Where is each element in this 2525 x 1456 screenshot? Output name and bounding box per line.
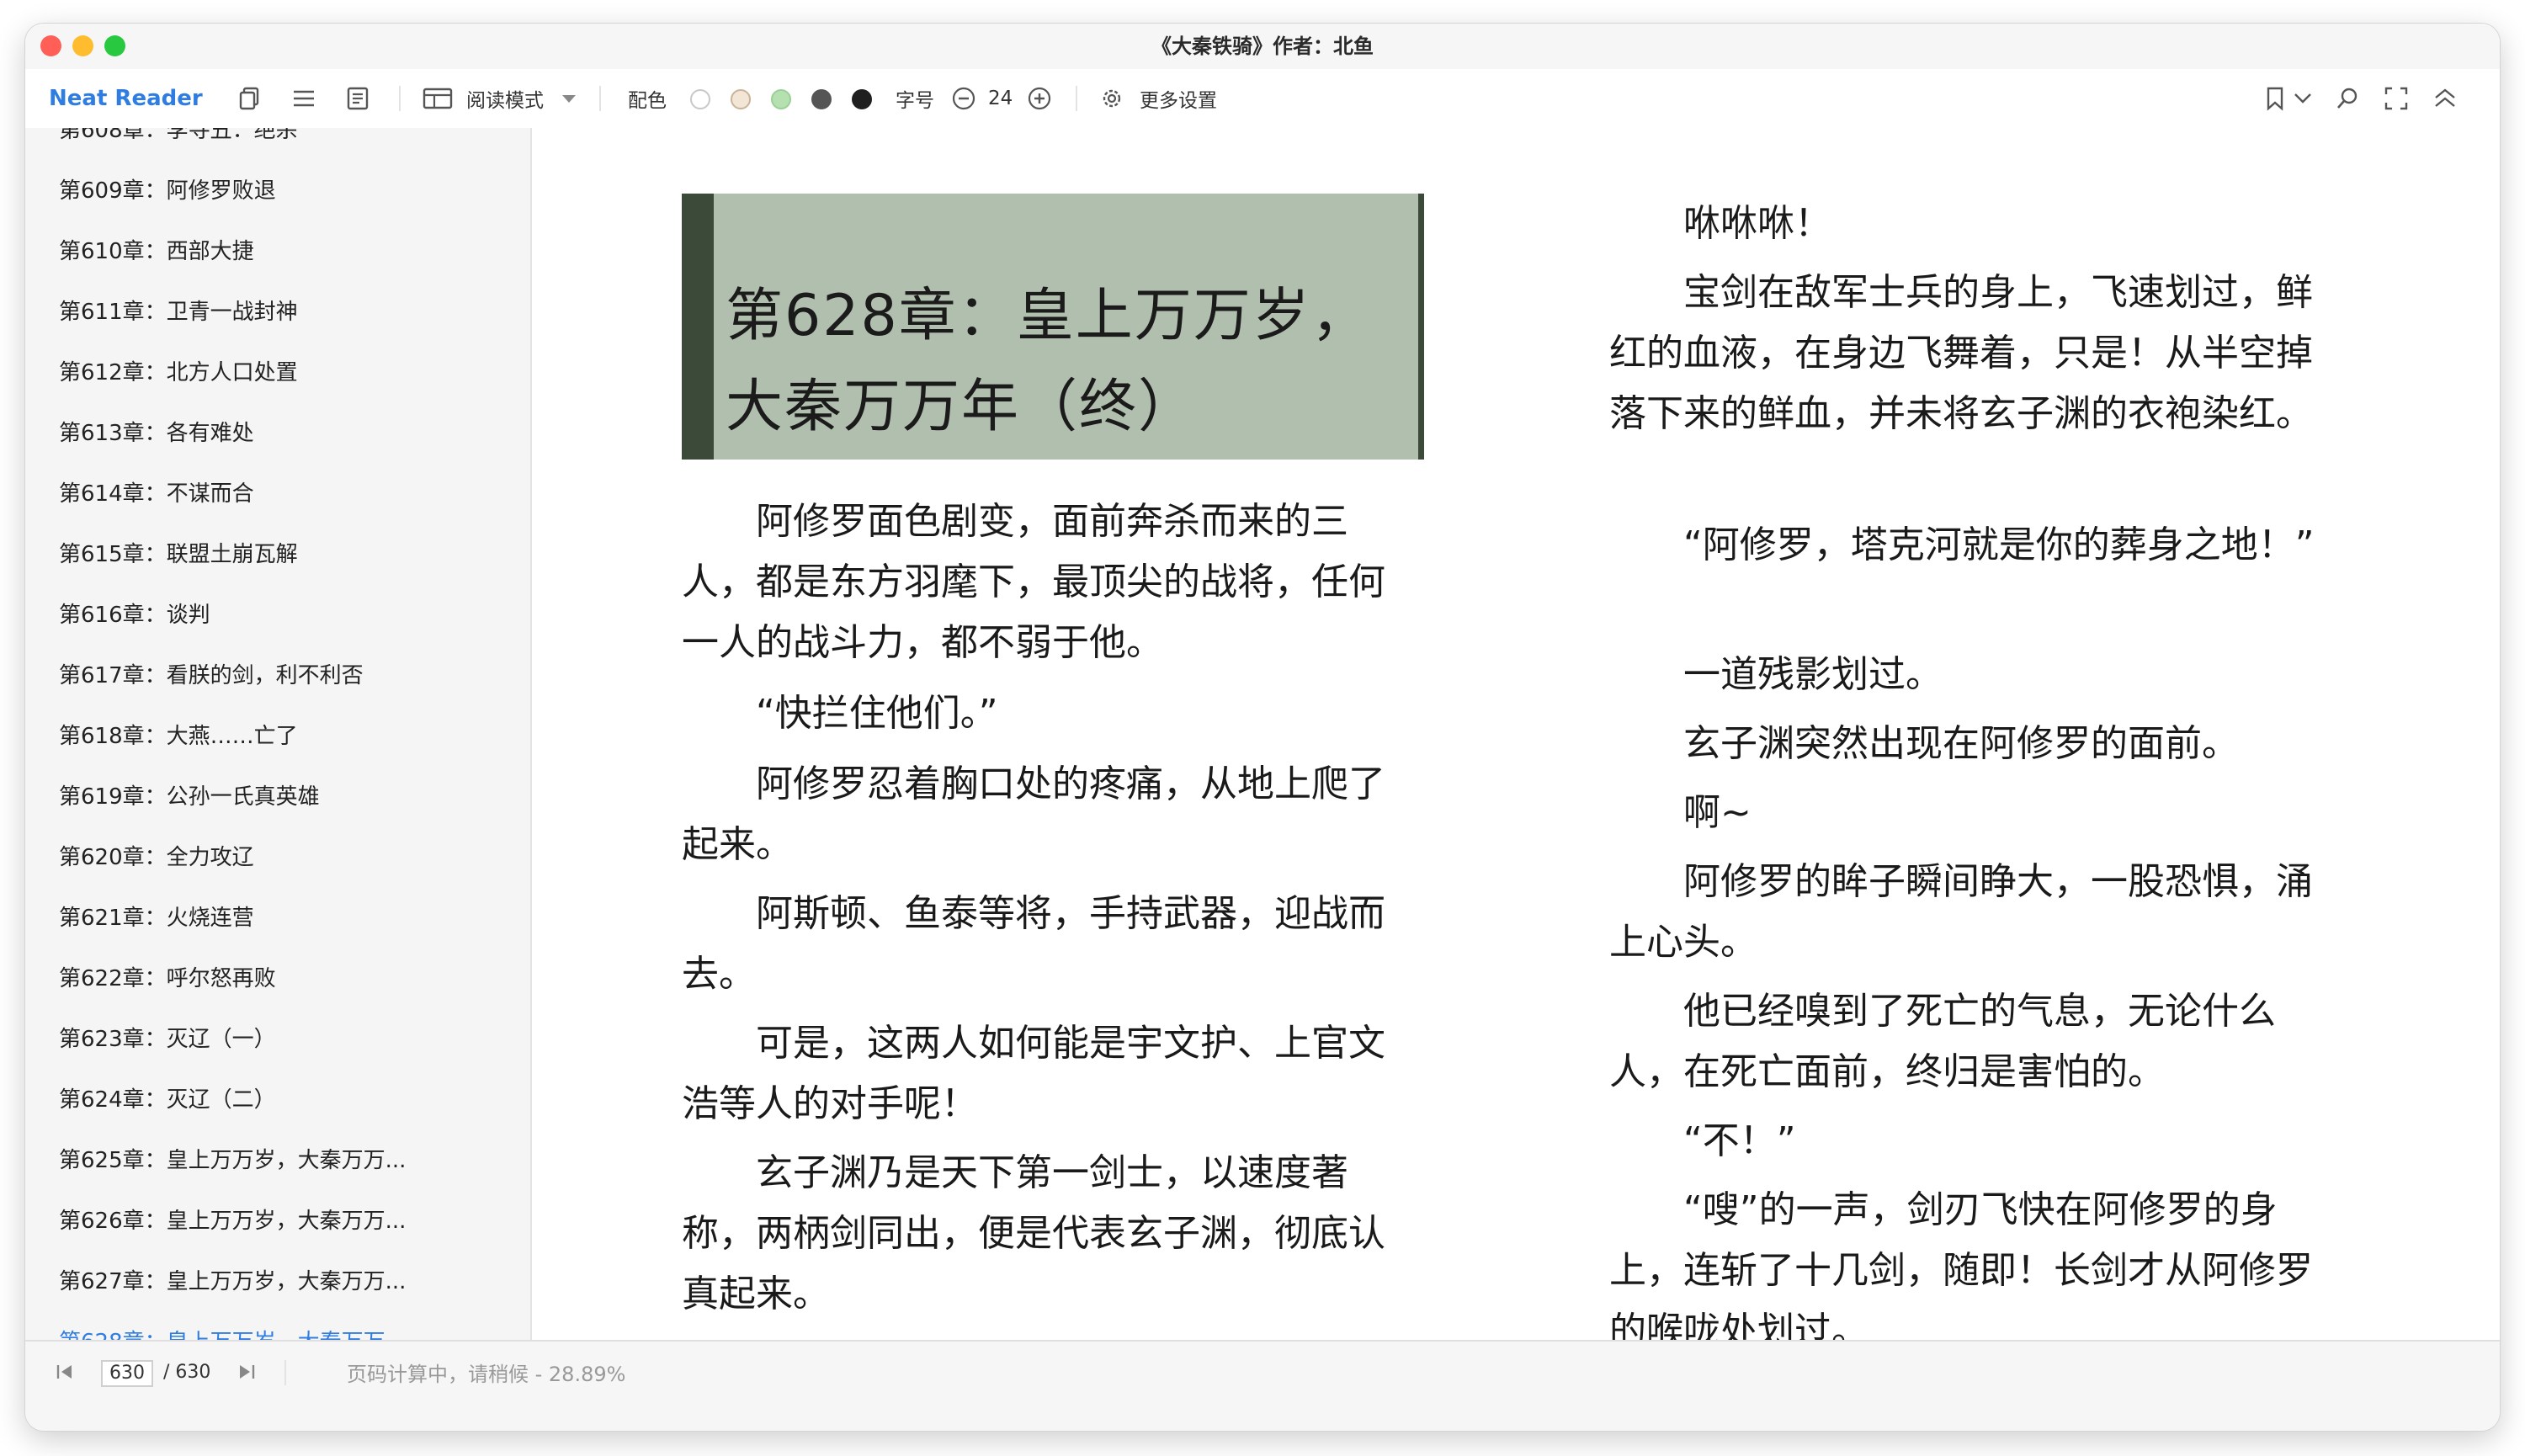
left-paragraph: “快拦住他们。” [756, 692, 998, 735]
toc-item[interactable]: 第620章：全力攻辽 [59, 837, 254, 879]
color-swatch-white[interactable] [690, 89, 710, 109]
font-size-label: 字号 [896, 90, 934, 112]
toc-item[interactable]: 第627章：皇上万万岁，大秦万万... [59, 1261, 406, 1303]
first-page-icon[interactable] [54, 1342, 76, 1402]
toc-sidebar: 第608章：李寻丑：绝杀 第609章：阿修罗败退 第610章：西部大捷 第611… [25, 128, 532, 1340]
right-paragraph: 一道残影划过。 [1683, 653, 1943, 696]
right-paragraph: “不！” [1683, 1119, 1796, 1162]
toc-item[interactable]: 第610章：西部大捷 [59, 231, 254, 273]
right-paragraph: 他已经嗅到了死亡的气息，无论什么人，在死亡面前，终归是害怕的。 [1609, 990, 2276, 1093]
left-paragraph: 阿斯顿、鱼泰等将，手持武器，迎战而去。 [682, 892, 1385, 996]
left-paragraph: 阿修罗忍着胸口处的疼痛，从地上爬了起来。 [682, 763, 1385, 866]
toc-item[interactable]: 第614章：不谋而合 [59, 473, 254, 515]
toc-item[interactable]: 第621章：火烧连营 [59, 897, 254, 939]
notes-icon[interactable] [345, 69, 370, 128]
toc-item[interactable]: 第622章：呼尔怒再败 [59, 958, 276, 1000]
reader-pane: 第628章：皇上万万岁，大秦万万年（终） 阿修罗面色剧变，面前奔杀而来的三人，都… [532, 128, 2500, 1340]
right-paragraph: 阿修罗的眸子瞬间睁大，一股恐惧，涌上心头。 [1609, 860, 2313, 964]
right-paragraph: “嗖”的一声，剑刃飞快在阿修罗的身上，连斩了十几剑，随即！长剑才从阿修罗的喉咙处… [1609, 1188, 2313, 1340]
toc-item[interactable]: 第626章：皇上万万岁，大秦万万... [59, 1200, 406, 1242]
toc-item[interactable]: 第608章：李寻丑：绝杀 [59, 128, 298, 151]
bookmark-icon[interactable] [2264, 69, 2286, 128]
title-bar: 《大秦铁骑》作者：北鱼 [25, 24, 2500, 69]
right-paragraph: “阿修罗，塔克河就是你的葬身之地！” [1683, 523, 2315, 566]
window-title: 《大秦铁骑》作者：北鱼 [1151, 35, 1374, 58]
more-settings-button[interactable]: 更多设置 [1140, 69, 1217, 128]
statusbar-divider [284, 1360, 286, 1385]
chevron-down-icon[interactable] [2293, 69, 2313, 128]
toc-item[interactable]: 第612章：北方人口处置 [59, 352, 298, 394]
toolbar: Neat Reader 阅读模式 配色 字号 24 更多设置 [25, 69, 2500, 130]
toc-item[interactable]: 第613章：各有难处 [59, 412, 254, 454]
toc-item[interactable]: 第609章：阿修罗败退 [59, 170, 276, 212]
toc-item[interactable]: 第618章：大燕……亡了 [59, 715, 298, 757]
total-pages: / 630 [163, 1361, 211, 1383]
app-brand[interactable]: Neat Reader [49, 69, 203, 128]
toc-item-active[interactable]: 第628章：皇上万万岁，大秦万万... [59, 1321, 406, 1340]
page-number-input[interactable]: 630 [101, 1360, 153, 1387]
toc-item[interactable]: 第611章：卫青一战封神 [59, 291, 298, 333]
collapse-up-icon[interactable] [2432, 69, 2458, 128]
fullscreen-icon[interactable] [2384, 69, 2409, 128]
toc-item[interactable]: 第625章：皇上万万岁，大秦万万... [59, 1140, 406, 1182]
toc-item[interactable]: 第619章：公孙一氏真英雄 [59, 776, 320, 818]
chapter-title: 第628章：皇上万万岁，大秦万万年（终） [726, 283, 1370, 440]
progress-text: 页码计算中，请稍候 - 28.89% [347, 1362, 626, 1386]
increase-font-icon[interactable] [1027, 69, 1052, 128]
decrease-font-icon[interactable] [951, 69, 976, 128]
copy-icon[interactable] [237, 69, 263, 128]
toc-item[interactable]: 第624章：灭辽（二） [59, 1079, 276, 1121]
toc-item[interactable]: 第617章：看朕的剑，利不利否 [59, 655, 364, 697]
color-scheme-label: 配色 [628, 90, 667, 112]
toc-list-icon[interactable] [291, 69, 316, 128]
gear-icon[interactable] [1099, 69, 1124, 128]
toolbar-divider [1076, 86, 1077, 111]
right-paragraph: 玄子渊突然出现在阿修罗的面前。 [1683, 722, 2239, 765]
left-paragraph: 玄子渊乃是天下第一剑士，以速度著称，两柄剑同出，便是代表玄子渊，彻底认真起来。 [682, 1151, 1385, 1315]
left-paragraph: 阿修罗面色剧变，面前奔杀而来的三人，都是东方羽麾下，最顶尖的战将，任何一人的战斗… [682, 500, 1385, 664]
color-swatch-gray[interactable] [811, 89, 832, 109]
chapter-title-banner: 第628章：皇上万万岁，大秦万万年（终） [682, 194, 1424, 460]
toc-item[interactable]: 第623章：灭辽（一） [59, 1018, 276, 1060]
toc-item[interactable]: 第615章：联盟土崩瓦解 [59, 534, 298, 576]
reading-mode-dropdown[interactable]: 阅读模式 [466, 69, 544, 128]
left-paragraph: 可是，这两人如何能是宇文护、上官文浩等人的对手呢！ [682, 1022, 1385, 1125]
toolbar-divider [599, 86, 601, 111]
toc-item[interactable]: 第616章：谈判 [59, 594, 210, 636]
right-paragraph: 宝剑在敌军士兵的身上，飞速划过，鲜红的血液，在身边飞舞着，只是！从半空掉落下来的… [1609, 271, 2313, 435]
font-size-value: 24 [988, 88, 1013, 109]
right-paragraph: 咻咻咻！ [1683, 202, 1831, 245]
reading-mode-icon[interactable] [423, 69, 453, 128]
color-swatch-black[interactable] [852, 89, 872, 109]
right-paragraph: 啊~ [1683, 791, 1752, 834]
color-swatch-beige[interactable] [731, 89, 751, 109]
last-page-icon[interactable] [236, 1342, 258, 1402]
status-bar: 630 / 630 页码计算中，请稍候 - 28.89% [25, 1340, 2500, 1431]
toolbar-divider [399, 86, 401, 111]
color-swatch-green[interactable] [771, 89, 791, 109]
search-icon[interactable] [2335, 69, 2360, 128]
app-window: 《大秦铁骑》作者：北鱼 Neat Reader 阅读模式 配色 字号 24 更多… [25, 24, 2500, 1431]
chevron-down-icon[interactable] [561, 69, 577, 128]
